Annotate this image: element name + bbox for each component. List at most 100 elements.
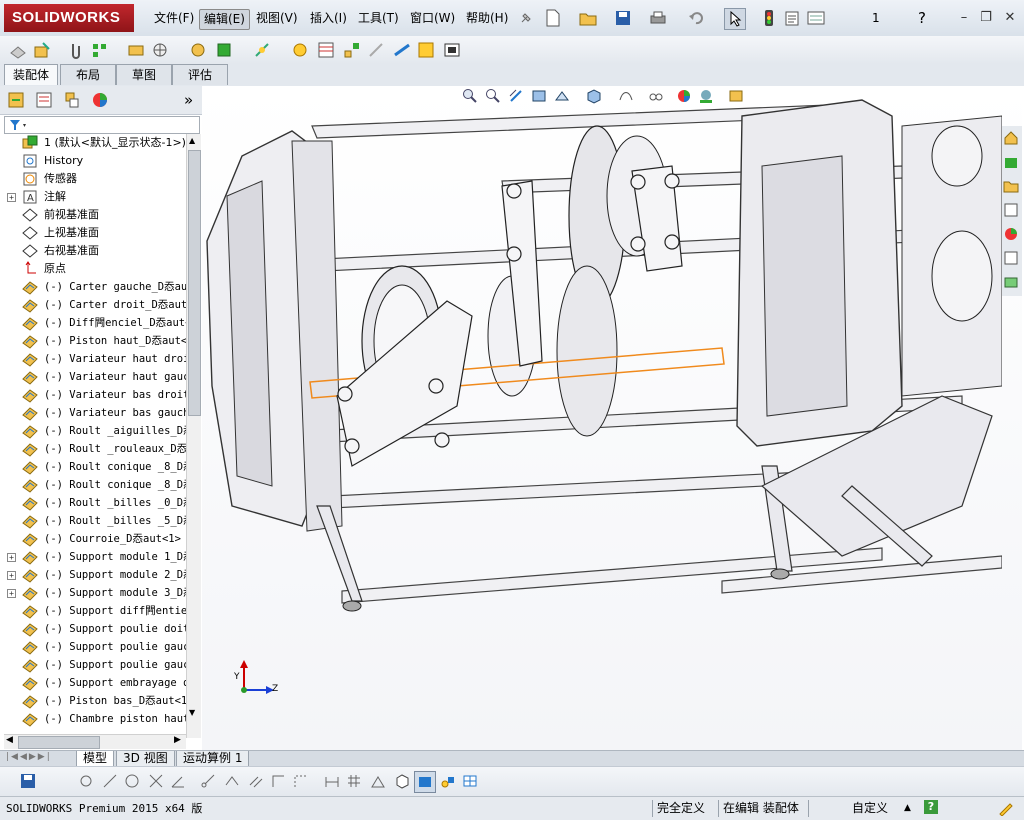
pin-icon[interactable] bbox=[516, 8, 536, 28]
view-palette-icon[interactable] bbox=[1001, 200, 1021, 220]
restore-icon[interactable]: ❐ bbox=[978, 10, 994, 26]
units-dropdown-arrow[interactable]: ▲ bbox=[900, 800, 915, 817]
tab-3d-view[interactable]: 3D 视图 bbox=[116, 751, 175, 767]
tree-item[interactable]: History bbox=[0, 152, 186, 170]
rebuild-traffic-light-icon[interactable] bbox=[759, 8, 779, 28]
scroll-left-icon[interactable]: ◀ bbox=[6, 735, 13, 745]
menu-file[interactable]: 文件(F) bbox=[150, 9, 198, 28]
tab-navigation-arrows[interactable]: |◀◀▶▶| bbox=[6, 752, 52, 762]
tree-item[interactable]: (-) Support poulie doit_ bbox=[0, 620, 186, 638]
tree-item[interactable]: (-) Variateur haut droit bbox=[0, 350, 186, 368]
graphics-area[interactable]: ⊟ ⊞ – ❐ ✕ bbox=[202, 86, 1022, 750]
angle-icon[interactable] bbox=[168, 771, 188, 791]
scissors-icon[interactable] bbox=[198, 771, 218, 791]
open-folder-icon[interactable] bbox=[578, 8, 598, 28]
tree-vertical-scrollbar[interactable]: ▲ ▼ bbox=[186, 134, 201, 738]
tree-item[interactable]: (-) Variateur bas gauche bbox=[0, 404, 186, 422]
tree-item[interactable]: (-) Support poulie gauch bbox=[0, 638, 186, 656]
solidworks-resources-icon[interactable] bbox=[1001, 128, 1021, 148]
save-icon[interactable] bbox=[613, 8, 633, 28]
trim-icon[interactable] bbox=[146, 771, 166, 791]
design-library-icon[interactable] bbox=[1001, 152, 1021, 172]
minimize-icon[interactable]: – bbox=[956, 10, 972, 26]
undo-icon[interactable] bbox=[686, 8, 706, 28]
tree-item[interactable]: (-) Roult _billes _5_D㤁 bbox=[0, 512, 186, 530]
tree-item[interactable]: + A 注解 bbox=[0, 188, 186, 206]
collapse-panel-button[interactable]: » bbox=[184, 91, 193, 109]
tree-item[interactable]: (-) Support embrayage dr bbox=[0, 674, 186, 692]
tree-item[interactable]: (-) Variateur haut gauch bbox=[0, 368, 186, 386]
3d-box-icon[interactable] bbox=[392, 771, 412, 791]
tree-item[interactable]: 传感器 bbox=[0, 170, 186, 188]
point-icon[interactable] bbox=[76, 771, 96, 791]
tree-item[interactable]: (-) Support diff闁entiel bbox=[0, 602, 186, 620]
tree-item[interactable]: (-) Roult conique _8_D㤁 bbox=[0, 458, 186, 476]
tree-item[interactable]: 前视基准面 bbox=[0, 206, 186, 224]
scroll-up-icon[interactable]: ▲ bbox=[189, 136, 195, 145]
tab-layout[interactable]: 布局 bbox=[60, 64, 116, 85]
new-motion-study-icon[interactable] bbox=[290, 40, 310, 60]
bill-of-materials-icon[interactable] bbox=[316, 40, 336, 60]
shaded-display-icon[interactable] bbox=[414, 771, 436, 793]
tree-horizontal-scrollbar[interactable]: ◀ ▶ bbox=[4, 734, 186, 749]
file-explorer-icon[interactable] bbox=[1001, 176, 1021, 196]
tree-item[interactable]: (-) Roult _billes _0_D㤁 bbox=[0, 494, 186, 512]
display-manager-tab-icon[interactable] bbox=[90, 90, 110, 110]
table-icon[interactable] bbox=[460, 771, 480, 791]
tree-item[interactable]: (-) Roult conique _8_D㤁 bbox=[0, 476, 186, 494]
mate-paperclip-icon[interactable] bbox=[66, 40, 86, 60]
tree-item[interactable]: + (-) Support module 2_D㤁 bbox=[0, 566, 186, 584]
units-selector[interactable]: 自定义 bbox=[848, 800, 892, 817]
circle-icon[interactable] bbox=[122, 771, 142, 791]
tree-item[interactable]: (-) Piston haut_D㤁aut<1 bbox=[0, 332, 186, 350]
appearances-scenes-icon[interactable] bbox=[1001, 224, 1021, 244]
pen-note-icon[interactable] bbox=[998, 800, 1014, 819]
take-snapshot-icon[interactable] bbox=[442, 40, 462, 60]
menu-view[interactable]: 视图(V) bbox=[252, 9, 302, 28]
grid-icon[interactable] bbox=[344, 771, 364, 791]
scroll-right-icon[interactable]: ▶ bbox=[174, 735, 181, 745]
scroll-thumb[interactable] bbox=[188, 150, 201, 416]
tree-item[interactable]: + (-) Support module 3_D㤁 bbox=[0, 584, 186, 602]
custom-properties-icon[interactable] bbox=[1001, 248, 1021, 268]
tree-item[interactable]: 右视基准面 bbox=[0, 242, 186, 260]
line-icon[interactable] bbox=[100, 771, 120, 791]
help-icon[interactable]: ? bbox=[918, 9, 926, 27]
tab-evaluate[interactable]: 评估 bbox=[172, 64, 228, 85]
dashed-rectangle-icon[interactable] bbox=[290, 771, 310, 791]
menu-insert[interactable]: 插入(I) bbox=[306, 9, 351, 28]
insert-component-icon[interactable] bbox=[32, 40, 52, 60]
tree-item[interactable]: 原点 bbox=[0, 260, 186, 278]
feature-tree-tab-icon[interactable] bbox=[6, 90, 26, 110]
tree-item[interactable]: (-) Chambre piston haut_ bbox=[0, 710, 186, 728]
linear-pattern-icon[interactable] bbox=[90, 40, 110, 60]
menu-help[interactable]: 帮助(H) bbox=[462, 9, 512, 28]
new-document-icon[interactable] bbox=[543, 8, 563, 28]
close-icon[interactable]: ✕ bbox=[1002, 10, 1018, 26]
menu-tools[interactable]: 工具(T) bbox=[354, 9, 403, 28]
sketch-angle-icon[interactable] bbox=[368, 771, 388, 791]
configuration-manager-tab-icon[interactable] bbox=[62, 90, 82, 110]
instant3d-icon[interactable] bbox=[392, 40, 412, 60]
expand-toggle-icon[interactable]: + bbox=[7, 553, 16, 562]
show-hidden-icon[interactable] bbox=[188, 40, 208, 60]
update-speedpak-icon[interactable] bbox=[416, 40, 436, 60]
tree-item[interactable]: + (-) Support module 1_D㤁 bbox=[0, 548, 186, 566]
hscroll-thumb[interactable] bbox=[18, 736, 100, 749]
tree-item[interactable]: (-) Roult _rouleaux_D㤁a bbox=[0, 440, 186, 458]
expand-toggle-icon[interactable]: + bbox=[7, 589, 16, 598]
tree-item[interactable]: (-) Support poulie gauch bbox=[0, 656, 186, 674]
tab-sketch[interactable]: 草图 bbox=[116, 64, 172, 85]
tree-item[interactable]: 上视基准面 bbox=[0, 224, 186, 242]
explode-line-sketch-icon[interactable] bbox=[366, 40, 386, 60]
dimension-icon[interactable] bbox=[322, 771, 342, 791]
tree-item[interactable]: 1 (默认<默认_显示状态-1>) bbox=[0, 134, 186, 152]
assembly-model-view[interactable] bbox=[202, 86, 1002, 750]
tab-motion-study[interactable]: 运动算例 1 bbox=[176, 751, 250, 767]
tree-item[interactable]: (-) Diff闁enciel_D㤁aut< bbox=[0, 314, 186, 332]
assembly-features-icon[interactable] bbox=[214, 40, 234, 60]
offset-icon[interactable] bbox=[246, 771, 266, 791]
tab-model[interactable]: 模型 bbox=[76, 751, 115, 767]
options-icon[interactable] bbox=[806, 8, 826, 28]
menu-edit[interactable]: 编辑(E) bbox=[199, 9, 250, 30]
